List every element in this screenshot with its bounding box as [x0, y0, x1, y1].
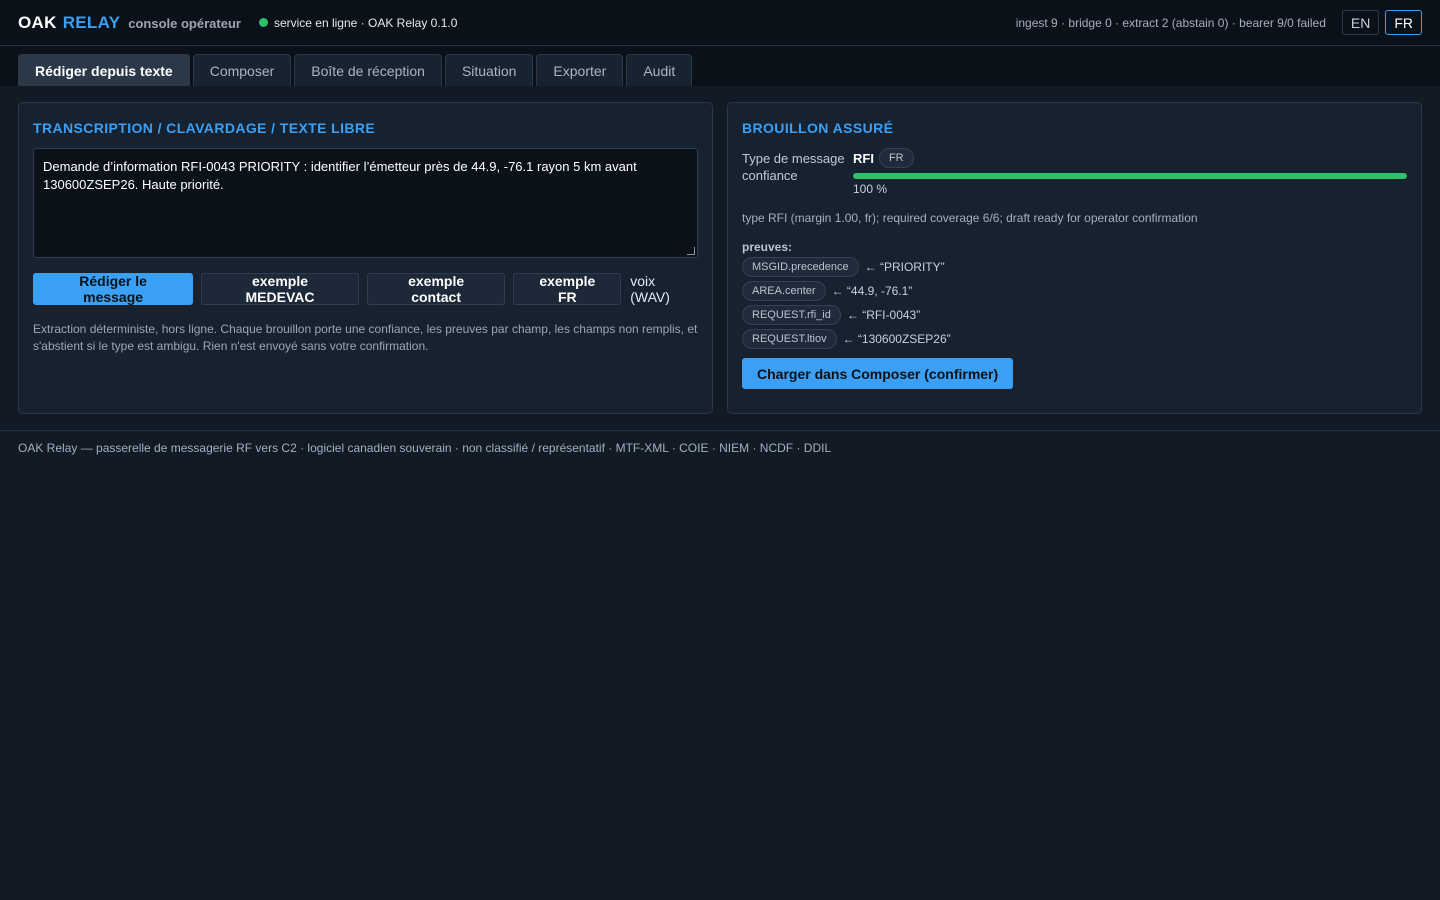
transcription-panel-title: TRANSCRIPTION / CLAVARDAGE / TEXTE LIBRE — [33, 120, 376, 136]
proof-field-chip: REQUEST.ltiov — [742, 329, 837, 349]
message-type-row: Type de message RFI FR — [742, 148, 1407, 168]
action-buttons: Rédiger le message exemple MEDEVAC exemp… — [33, 273, 698, 305]
confidence-bar — [853, 173, 1407, 179]
proof-field-chip: MSGID.precedence — [742, 257, 859, 277]
proof-item: REQUEST.ltiov ← “130600ZSEP26” — [742, 329, 1407, 349]
example-fr-button[interactable]: exemple FR — [513, 273, 622, 305]
proofs-title: preuves: — [742, 240, 793, 254]
tab-draft-from-text[interactable]: Rédiger depuis texte — [18, 54, 190, 86]
transcription-panel: TRANSCRIPTION / CLAVARDAGE / TEXTE LIBRE… — [18, 102, 713, 414]
pipeline-stats: ingest 9 · bridge 0 · extract 2 (abstain… — [1015, 15, 1326, 30]
status-dot-icon — [258, 18, 268, 27]
confidence-fill — [853, 173, 1407, 179]
brand-oak: OAK — [18, 12, 57, 32]
tab-bar: Rédiger depuis texte Composer Boîte de r… — [0, 46, 1440, 86]
proof-field-chip: AREA.center — [742, 281, 826, 301]
lang-en-button[interactable]: EN — [1341, 10, 1380, 35]
draft-message-button[interactable]: Rédiger le message — [33, 273, 194, 305]
tab-audit[interactable]: Audit — [626, 54, 693, 86]
brand-relay: RELAY — [62, 12, 121, 32]
status-text: service en ligne · OAK Relay 0.1.0 — [273, 15, 458, 30]
main-content: TRANSCRIPTION / CLAVARDAGE / TEXTE LIBRE… — [0, 86, 1440, 414]
confidence-label: confiance — [742, 168, 798, 183]
proof-value: ← “44.9, -76.1” — [831, 284, 913, 298]
topbar-right: ingest 9 · bridge 0 · extract 2 (abstain… — [1016, 10, 1422, 35]
service-status: service en ligne · OAK Relay 0.1.0 — [258, 15, 458, 30]
tab-export[interactable]: Exporter — [536, 54, 624, 86]
example-medevac-button[interactable]: exemple MEDEVAC — [201, 273, 359, 305]
lang-fr-button[interactable]: FR — [1385, 10, 1422, 35]
confidence-percent: 100 % — [853, 182, 888, 196]
tab-situation[interactable]: Situation — [444, 54, 534, 86]
tab-inbox[interactable]: Boîte de réception — [294, 54, 442, 86]
example-contact-button[interactable]: exemple contact — [366, 273, 506, 305]
brand: OAK RELAY console opérateur — [18, 13, 241, 33]
proof-item: REQUEST.rfi_id ← “RFI-0043” — [742, 305, 1407, 325]
free-text-value: Demande d’information RFI-0043 PRIORITY … — [43, 159, 637, 192]
confidence-meter: 100 % — [853, 171, 1407, 196]
proof-value: ← “RFI-0043” — [846, 308, 921, 322]
load-into-composer-button[interactable]: Charger dans Composer (confirmer) — [742, 358, 1014, 389]
brand-subtitle: console opérateur — [128, 15, 241, 31]
footer: OAK Relay — passerelle de messagerie RF … — [0, 430, 1440, 465]
message-type-value: RFI — [853, 150, 874, 166]
resize-handle-icon[interactable] — [687, 247, 695, 255]
classification-note: type RFI (margin 1.00, fr); required cov… — [742, 211, 1198, 225]
tab-compose[interactable]: Composer — [192, 54, 292, 86]
proof-item: AREA.center ← “44.9, -76.1” — [742, 281, 1407, 301]
proof-field-chip: REQUEST.rfi_id — [742, 305, 841, 325]
language-chip: FR — [878, 148, 914, 168]
draft-panel: BROUILLON ASSURÉ Type de message RFI FR … — [727, 102, 1422, 414]
footer-text: OAK Relay — passerelle de messagerie RF … — [18, 441, 832, 455]
voice-wav-link[interactable]: voix (WAV) — [630, 273, 698, 305]
draft-panel-title: BROUILLON ASSURÉ — [742, 120, 894, 136]
proof-value: ← “130600ZSEP26” — [842, 332, 951, 346]
confidence-row: confiance 100 % — [742, 168, 1407, 196]
message-type-label: Type de message — [742, 150, 845, 166]
free-text-input[interactable]: Demande d’information RFI-0043 PRIORITY … — [33, 148, 698, 258]
help-text: Extraction déterministe, hors ligne. Cha… — [33, 322, 698, 353]
top-bar: OAK RELAY console opérateur service en l… — [0, 0, 1440, 46]
proof-value: ← “PRIORITY” — [864, 260, 945, 274]
proof-item: MSGID.precedence ← “PRIORITY” — [742, 257, 1407, 277]
